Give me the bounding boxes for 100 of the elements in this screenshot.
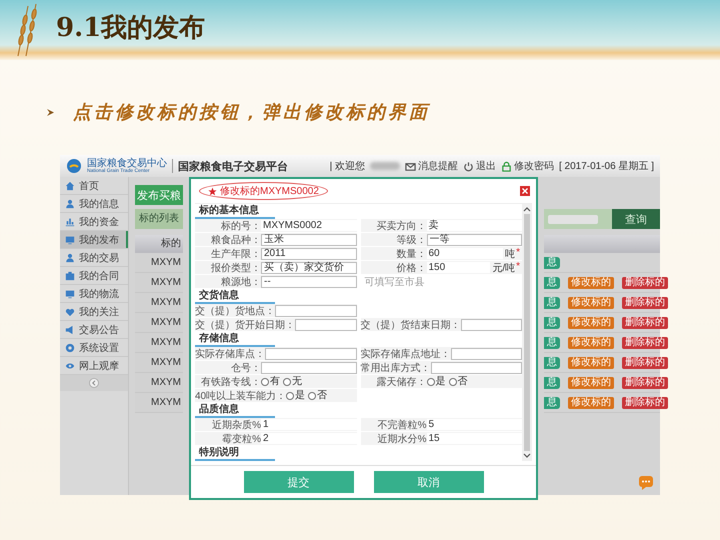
edit-button[interactable]: 修改标的 [568, 336, 614, 348]
field-label: 数量： [396, 248, 426, 260]
details-button[interactable]: 息 [544, 336, 560, 348]
field-label: 实际存储库点： [195, 348, 265, 360]
input-field[interactable] [261, 362, 356, 374]
input-field[interactable] [275, 304, 356, 316]
details-button[interactable]: 息 [544, 276, 560, 288]
field-label: 40吨以上装车能力： [195, 390, 286, 402]
field-label: 常用出库方式： [360, 362, 430, 374]
input-field[interactable] [265, 348, 356, 360]
header-link[interactable]: 修改密码 [500, 159, 554, 173]
input-field[interactable] [295, 318, 356, 330]
speaker-icon [65, 324, 75, 334]
field-label: 交（提）货地点： [195, 304, 275, 318]
eye-icon [65, 360, 75, 370]
radio-label: 是 [295, 390, 306, 401]
power-icon [462, 160, 474, 172]
close-button[interactable] [520, 186, 530, 196]
radio-label: 无 [292, 376, 302, 387]
details-button[interactable]: 息 [544, 316, 560, 328]
delete-button[interactable]: 删除标的 [622, 356, 668, 368]
sidebar-item[interactable]: 首页 [60, 177, 128, 195]
sidebar-item[interactable]: 我的关注 [60, 303, 128, 321]
field-value: 60 [426, 248, 504, 259]
sidebar-item[interactable]: 交易公告 [60, 321, 128, 339]
chat-bubble-icon[interactable] [638, 475, 654, 491]
radio-label: 有 [270, 376, 280, 387]
bullet-arrow-icon [46, 108, 55, 116]
field-value: 150 [426, 262, 490, 273]
radio-button[interactable] [426, 378, 434, 386]
header-link[interactable]: 消息提醒 [404, 159, 458, 173]
box-icon [65, 270, 75, 280]
edit-button[interactable]: 修改标的 [568, 396, 614, 408]
delete-button[interactable]: 删除标的 [622, 316, 668, 328]
details-button[interactable]: 息 [544, 296, 560, 308]
edit-button[interactable]: 修改标的 [568, 356, 614, 368]
person-icon [65, 252, 75, 262]
edit-button[interactable]: 修改标的 [568, 296, 614, 308]
radio-button[interactable] [286, 392, 294, 400]
cancel-button[interactable]: 取消 [374, 471, 484, 493]
field-value: 2 [261, 433, 356, 444]
edit-button[interactable]: 修改标的 [568, 376, 614, 388]
field-label: 买卖方向： [376, 220, 426, 232]
field-label: 粮源地： [220, 276, 261, 288]
input-field[interactable] [450, 348, 522, 360]
header-link[interactable]: 退出 [462, 159, 496, 173]
publish-button[interactable]: 发布买粮 [135, 185, 183, 205]
hint-text: 可填写至市县 [364, 276, 424, 288]
sidebar-item[interactable]: 我的合同 [60, 267, 128, 285]
collapse-icon[interactable] [89, 378, 99, 388]
field-label: 生产年限： [210, 248, 261, 260]
scrollbar-thumb[interactable] [524, 214, 530, 451]
column-header: 标的 [135, 235, 183, 253]
field-value: 1 [261, 419, 356, 430]
radio-button[interactable] [261, 378, 269, 386]
envelope-icon [404, 160, 416, 172]
delete-button[interactable]: 删除标的 [622, 296, 668, 308]
logo-icon [66, 158, 82, 174]
input-field[interactable]: 买（卖）家交货价 [261, 262, 356, 274]
input-field[interactable]: 2011 [261, 248, 356, 260]
chevron-down-icon[interactable] [523, 453, 531, 459]
delete-button[interactable]: 删除标的 [622, 376, 668, 388]
input-field[interactable]: -- [261, 276, 356, 288]
ring-icon [65, 342, 75, 352]
sidebar-item[interactable]: 我的发布 [60, 231, 128, 249]
list-tab[interactable]: 标的列表 [135, 209, 183, 229]
field-label: 交（提）货开始日期： [195, 318, 295, 332]
submit-button[interactable]: 提交 [244, 471, 354, 493]
search-button[interactable]: 查询 [612, 209, 660, 229]
edit-button[interactable]: 修改标的 [568, 316, 614, 328]
date-text: [ 2017-01-06 星期五 ] [558, 160, 654, 173]
sidebar-item[interactable]: 系统设置 [60, 339, 128, 357]
input-field[interactable]: 一等 [426, 234, 522, 246]
delete-button[interactable]: 删除标的 [622, 276, 668, 288]
input-field[interactable] [430, 362, 522, 374]
input-field[interactable] [460, 318, 522, 330]
field-label: 近期水分% [376, 432, 426, 446]
sidebar-item[interactable]: 我的交易 [60, 249, 128, 267]
sidebar-item[interactable]: 我的物流 [60, 285, 128, 303]
bar-chart-icon [65, 216, 75, 226]
details-button[interactable]: 息 [544, 356, 560, 368]
required-mark: * [516, 246, 520, 260]
radio-button[interactable] [448, 378, 456, 386]
unit-label: 吨 [505, 248, 516, 260]
details-button[interactable]: 息 [544, 376, 560, 388]
person-icon [65, 198, 75, 208]
field-label: 不完善粒% [376, 418, 426, 432]
delete-button[interactable]: 删除标的 [622, 336, 668, 348]
lock-icon [500, 160, 512, 172]
chevron-up-icon[interactable] [523, 206, 531, 212]
field-label: 实际存储库点地址： [360, 348, 450, 360]
edit-button[interactable]: 修改标的 [568, 276, 614, 288]
details-button[interactable]: 息 [544, 396, 560, 408]
sidebar-item[interactable]: 我的信息 [60, 195, 128, 213]
details-button[interactable]: 息 [544, 256, 560, 268]
input-field[interactable]: 玉米 [261, 234, 356, 246]
radio-button[interactable] [308, 392, 316, 400]
search-field[interactable] [548, 214, 598, 224]
delete-button[interactable]: 删除标的 [622, 396, 668, 408]
radio-button[interactable] [283, 378, 291, 386]
